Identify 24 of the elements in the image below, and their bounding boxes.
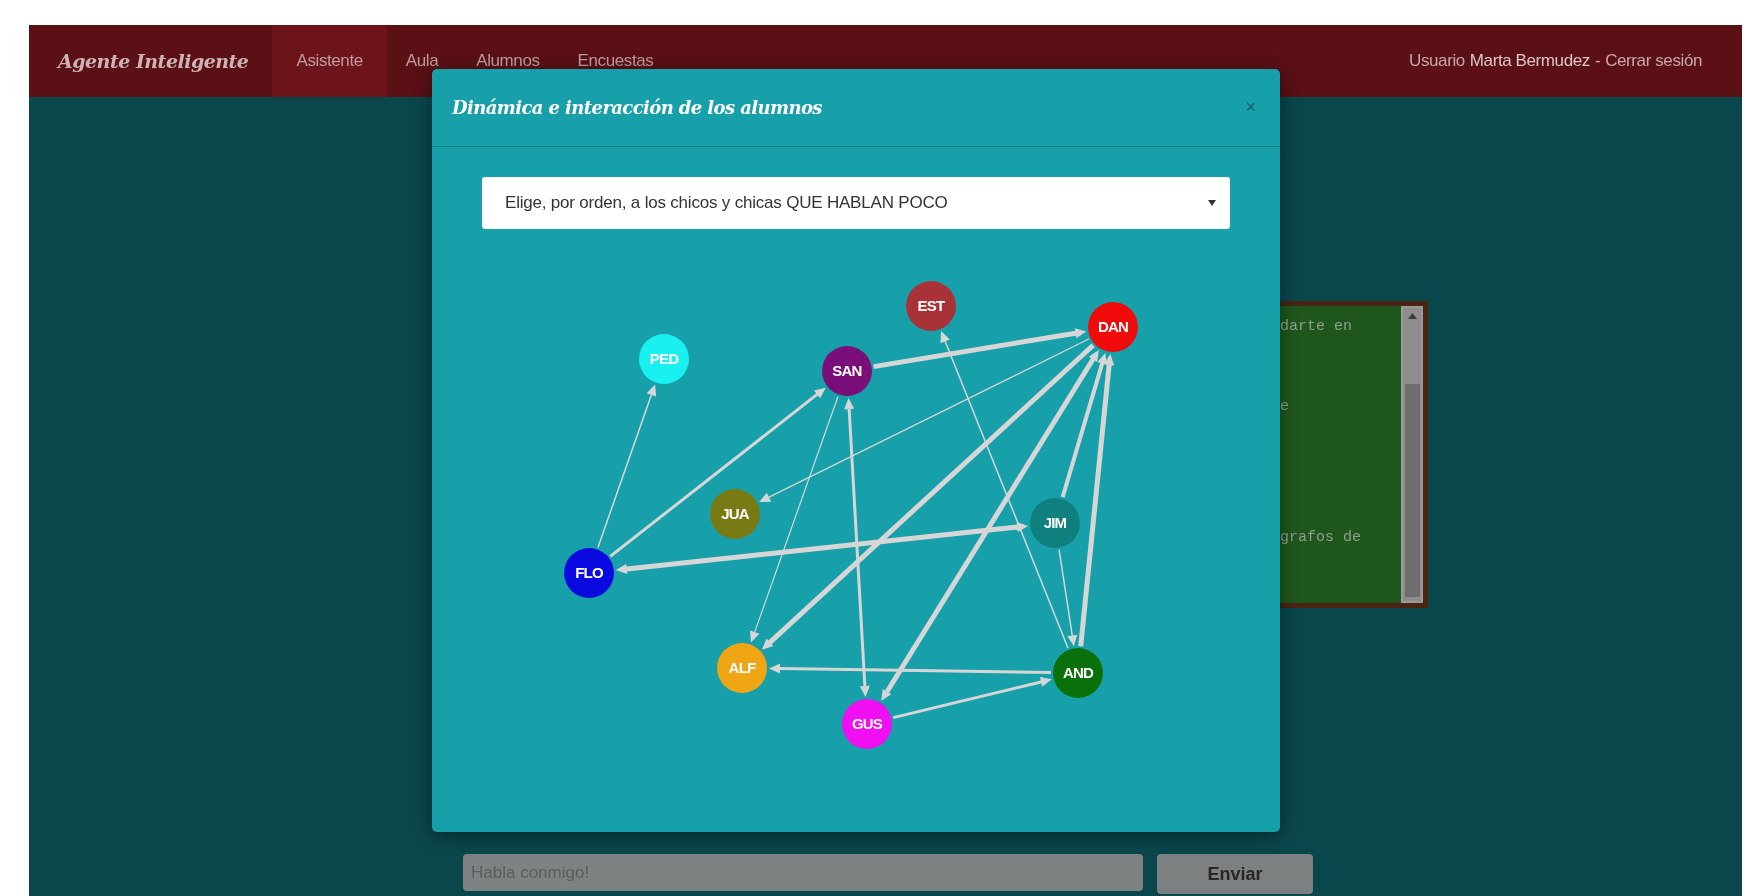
caret-icon: [1208, 200, 1216, 206]
student-node[interactable]: SAN: [822, 346, 872, 396]
student-node[interactable]: AND: [1053, 648, 1103, 698]
student-node[interactable]: FLO: [564, 548, 614, 598]
student-node[interactable]: EST: [906, 281, 956, 331]
student-node[interactable]: JUA: [710, 489, 760, 539]
board-text: grafos de: [1280, 529, 1362, 548]
scroll-up-icon[interactable]: [1407, 313, 1417, 319]
board-text: darte en: [1280, 318, 1353, 337]
nav-link[interactable]: Asistente: [272, 25, 387, 97]
nav-link[interactable]: Aula: [386, 25, 458, 97]
separator: -: [1594, 51, 1601, 71]
user-name: Marta Bermudez: [1469, 51, 1590, 71]
scrollbar[interactable]: [1401, 306, 1423, 603]
student-node[interactable]: DAN: [1088, 302, 1138, 352]
brand-logo[interactable]: Agente Inteligente: [29, 25, 273, 97]
student-node[interactable]: JIM: [1030, 498, 1080, 548]
send-button[interactable]: Enviar: [1157, 854, 1313, 894]
student-dropdown[interactable]: Elige, por orden, a los chicos y chicas QUE HABLAN POCO: [482, 177, 1230, 229]
user-label: Usuario: [1409, 51, 1465, 71]
logout-link[interactable]: Cerrar sesión: [1605, 51, 1702, 71]
student-node[interactable]: GUS: [842, 699, 892, 749]
modal-title: Dinámica e interacción de los alumnos: [452, 97, 822, 118]
board-text: e: [1280, 398, 1290, 417]
